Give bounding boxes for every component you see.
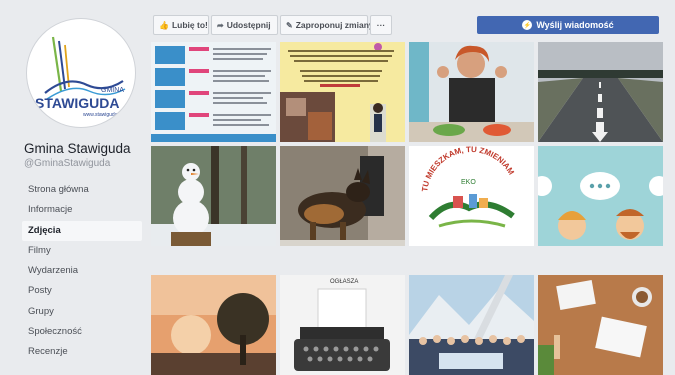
- share-label: Udostępnij: [226, 20, 271, 30]
- page-action-bar: 👍 Lubię to! ➦ Udostępnij ✎ Zaproponuj zm…: [153, 15, 663, 37]
- photo-road[interactable]: [538, 42, 663, 142]
- logo-top-text: GMINA: [101, 87, 124, 94]
- photo-snowman[interactable]: [151, 146, 276, 246]
- page-name[interactable]: Gmina Stawiguda: [24, 141, 131, 156]
- like-label: Lubię to!: [171, 20, 208, 30]
- photo-desk-meeting[interactable]: [538, 275, 663, 375]
- photo-chat-illustration[interactable]: [538, 146, 663, 246]
- share-button[interactable]: ➦ Udostępnij: [211, 15, 278, 35]
- nav-item-photos[interactable]: Zdjęcia: [22, 220, 142, 241]
- notice-label-text: OGŁASZA: [330, 279, 358, 285]
- more-button[interactable]: ···: [370, 15, 392, 35]
- more-dots-icon: ···: [376, 20, 386, 30]
- photo-grid: TU MIESZKAM, TU ZMIENIAM EKO OGŁASZA: [151, 42, 666, 375]
- nav-item-home[interactable]: Strona główna: [22, 180, 142, 200]
- profile-picture[interactable]: GMINA STAWIGUDA www.stawiguda: [26, 18, 136, 128]
- pencil-icon: ✎: [286, 20, 293, 30]
- photo-typewriter-notice[interactable]: OGŁASZA: [280, 275, 405, 375]
- gmina-logo: GMINA STAWIGUDA www.stawiguda: [35, 36, 126, 118]
- logo-url-text: www.stawiguda: [83, 112, 118, 118]
- messenger-icon: ⚡: [522, 20, 533, 30]
- photo-ski-jump-group[interactable]: [409, 275, 534, 375]
- nav-item-posts[interactable]: Posty: [22, 281, 142, 301]
- nav-item-about[interactable]: Informacje: [22, 200, 142, 220]
- photo-sunset-tree[interactable]: [151, 275, 276, 375]
- nav-item-community[interactable]: Społeczność: [22, 322, 142, 342]
- like-button[interactable]: 👍 Lubię to!: [153, 15, 209, 35]
- logo-main-text: STAWIGUDA: [35, 95, 120, 111]
- suggest-label: Zaproponuj zmiany: [295, 20, 374, 30]
- share-arrow-icon: ➦: [217, 20, 224, 30]
- eko-label-text: EKO: [461, 179, 476, 186]
- suggest-edits-button[interactable]: ✎ Zaproponuj zmiany: [280, 15, 374, 35]
- send-message-button[interactable]: ⚡ Wyślij wiadomość: [477, 16, 659, 34]
- nav-item-reviews[interactable]: Recenzje: [22, 342, 142, 362]
- left-sidebar: GMINA STAWIGUDA www.stawiguda Gmina Staw…: [18, 8, 146, 368]
- page-handle: @GminaStawiguda: [24, 158, 111, 169]
- page-nav: Strona główna Informacje Zdjęcia Filmy W…: [22, 180, 142, 363]
- thumbs-up-icon: 👍: [159, 20, 169, 30]
- photo-german-shepherd[interactable]: [280, 146, 405, 246]
- photo-cooking-woman[interactable]: [409, 42, 534, 142]
- send-message-label: Wyślij wiadomość: [536, 20, 614, 30]
- nav-item-videos[interactable]: Filmy: [22, 241, 142, 261]
- nav-item-groups[interactable]: Grupy: [22, 302, 142, 322]
- nav-item-events[interactable]: Wydarzenia: [22, 261, 142, 281]
- photo-eko-poster[interactable]: TU MIESZKAM, TU ZMIENIAM EKO: [409, 146, 534, 246]
- photo-schedule-poster[interactable]: [151, 42, 276, 142]
- photo-announcement-yellow[interactable]: [280, 42, 405, 142]
